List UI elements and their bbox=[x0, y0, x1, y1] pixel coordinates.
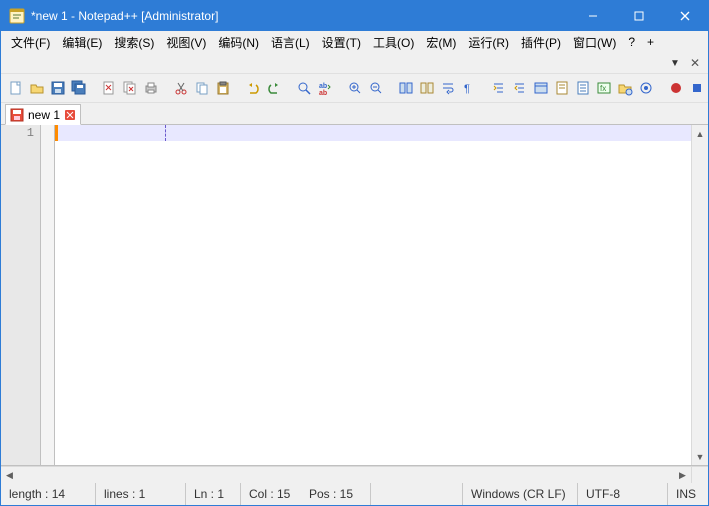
menu-edit[interactable]: 编辑(E) bbox=[56, 32, 108, 53]
function-list-icon[interactable]: fx bbox=[595, 78, 613, 98]
close-file-icon[interactable] bbox=[100, 78, 118, 98]
status-pos: Pos : 15 bbox=[301, 483, 371, 505]
cut-icon[interactable] bbox=[172, 78, 190, 98]
redo-icon[interactable] bbox=[265, 78, 283, 98]
tab-unsaved-icon bbox=[10, 108, 24, 122]
scroll-down-icon[interactable]: ▼ bbox=[692, 448, 708, 465]
menu-view[interactable]: 视图(V) bbox=[160, 32, 212, 53]
line-number: 1 bbox=[1, 125, 40, 141]
line-number-gutter: 1 bbox=[1, 125, 41, 465]
zoom-out-icon[interactable] bbox=[367, 78, 385, 98]
fold-column bbox=[41, 125, 55, 465]
menu-settings[interactable]: 设置(T) bbox=[316, 32, 367, 53]
menubar: 文件(F) 编辑(E) 搜索(S) 视图(V) 编码(N) 语言(L) 设置(T… bbox=[1, 31, 708, 53]
wordwrap-icon[interactable] bbox=[439, 78, 457, 98]
svg-text:ab: ab bbox=[319, 83, 327, 90]
save-all-icon[interactable] bbox=[70, 78, 88, 98]
tab-label: new 1 bbox=[28, 108, 60, 122]
tabstrip: new 1 bbox=[1, 103, 708, 125]
menu-tools[interactable]: 工具(O) bbox=[367, 32, 420, 53]
menu-search[interactable]: 搜索(S) bbox=[108, 32, 160, 53]
save-icon[interactable] bbox=[49, 78, 67, 98]
horizontal-scrollbar[interactable]: ◀ ▶ bbox=[1, 466, 708, 483]
open-file-icon[interactable] bbox=[28, 78, 46, 98]
scroll-right-icon[interactable]: ▶ bbox=[674, 467, 691, 483]
user-lang-icon[interactable] bbox=[532, 78, 550, 98]
toolbar-overflow-row: ▼ ✕ bbox=[1, 53, 708, 73]
scroll-left-icon[interactable]: ◀ bbox=[1, 467, 18, 483]
outdent-guide-icon[interactable] bbox=[511, 78, 529, 98]
window-title: *new 1 - Notepad++ [Administrator] bbox=[31, 9, 570, 23]
show-all-chars-icon[interactable]: ¶ bbox=[460, 78, 478, 98]
tab-close-icon[interactable] bbox=[64, 109, 76, 121]
toolbar-overflow-icon[interactable]: ▼ bbox=[670, 58, 680, 69]
sync-vscroll-icon[interactable] bbox=[397, 78, 415, 98]
vertical-scrollbar[interactable]: ▲ ▼ bbox=[691, 125, 708, 465]
find-icon[interactable] bbox=[295, 78, 313, 98]
status-eol[interactable]: Windows (CR LF) bbox=[463, 483, 578, 505]
statusbar: length : 14 lines : 1 Ln : 1 Col : 15 Po… bbox=[1, 483, 708, 505]
maximize-button[interactable] bbox=[616, 1, 662, 31]
doc-map-icon[interactable] bbox=[553, 78, 571, 98]
status-encoding[interactable]: UTF-8 bbox=[578, 483, 668, 505]
toolbar-close-icon[interactable]: ✕ bbox=[690, 56, 700, 70]
close-all-icon[interactable] bbox=[121, 78, 139, 98]
close-button[interactable] bbox=[662, 1, 708, 31]
status-lines: lines : 1 bbox=[96, 483, 186, 505]
stop-macro-icon[interactable] bbox=[688, 78, 706, 98]
svg-text:¶: ¶ bbox=[464, 83, 470, 95]
status-length: length : 14 bbox=[1, 483, 96, 505]
toolbar: abab ¶ fx bbox=[1, 73, 708, 103]
menu-encoding[interactable]: 编码(N) bbox=[212, 32, 265, 53]
indent-guide-icon[interactable] bbox=[490, 78, 508, 98]
folder-workspace-icon[interactable] bbox=[616, 78, 634, 98]
doc-list-icon[interactable] bbox=[574, 78, 592, 98]
menu-run[interactable]: 运行(R) bbox=[462, 32, 515, 53]
menu-window[interactable]: 窗口(W) bbox=[567, 32, 622, 53]
minimize-button[interactable] bbox=[570, 1, 616, 31]
editor-area: 1 ▲ ▼ bbox=[1, 125, 708, 466]
new-file-icon[interactable] bbox=[7, 78, 25, 98]
tab-new1[interactable]: new 1 bbox=[5, 104, 81, 125]
status-col: Col : 15 bbox=[241, 483, 301, 505]
titlebar[interactable]: *new 1 - Notepad++ [Administrator] bbox=[1, 1, 708, 31]
caret bbox=[165, 125, 166, 141]
scroll-corner bbox=[691, 467, 708, 483]
copy-icon[interactable] bbox=[193, 78, 211, 98]
record-macro-icon[interactable] bbox=[667, 78, 685, 98]
monitor-icon[interactable] bbox=[637, 78, 655, 98]
app-icon bbox=[9, 8, 25, 24]
scroll-up-icon[interactable]: ▲ bbox=[692, 125, 708, 142]
svg-text:fx: fx bbox=[600, 84, 606, 93]
menu-file[interactable]: 文件(F) bbox=[5, 32, 56, 53]
undo-icon[interactable] bbox=[244, 78, 262, 98]
paste-icon[interactable] bbox=[214, 78, 232, 98]
menu-language[interactable]: 语言(L) bbox=[265, 32, 316, 53]
menu-plus[interactable]: + bbox=[641, 33, 660, 51]
replace-icon[interactable]: abab bbox=[316, 78, 334, 98]
status-ln: Ln : 1 bbox=[186, 483, 241, 505]
svg-text:ab: ab bbox=[319, 90, 327, 96]
change-marker bbox=[55, 125, 58, 141]
menu-help[interactable]: ? bbox=[622, 33, 641, 51]
text-editor[interactable] bbox=[55, 125, 691, 465]
sync-hscroll-icon[interactable] bbox=[418, 78, 436, 98]
zoom-in-icon[interactable] bbox=[346, 78, 364, 98]
status-ins[interactable]: INS bbox=[668, 483, 708, 505]
menu-plugins[interactable]: 插件(P) bbox=[515, 32, 567, 53]
print-icon[interactable] bbox=[142, 78, 160, 98]
menu-macro[interactable]: 宏(M) bbox=[420, 32, 462, 53]
